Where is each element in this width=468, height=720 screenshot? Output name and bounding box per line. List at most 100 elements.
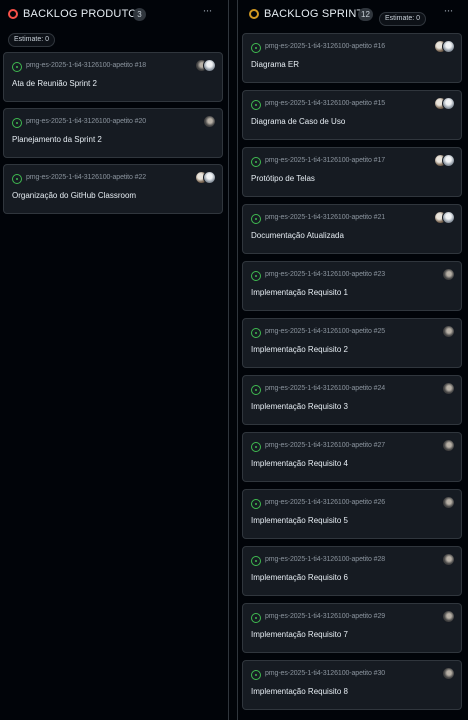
estimate-badge: Estimate: 0 [8,33,56,47]
column-title: BACKLOG SPRINT [264,8,364,20]
avatar [442,439,455,452]
avatar [442,610,455,623]
issue-card[interactable]: pmg-es-2025-1-ti4-3126100-apetito #22 Org… [3,164,223,214]
assignees[interactable] [434,154,455,168]
issue-title[interactable]: Diagrama de Caso de Uso [251,117,345,126]
issue-title[interactable]: Implementação Requisito 2 [251,345,348,354]
issue-card[interactable]: pmg-es-2025-1-ti4-3126100-apetito #20 Pla… [3,108,223,158]
issue-title[interactable]: Ata de Reunião Sprint 2 [12,79,97,88]
issue-title[interactable]: Protótipo de Telas [251,174,315,183]
item-count-badge: 3 [133,8,146,21]
issue-card[interactable]: pmg-es-2025-1-ti4-3126100-apetito #23 Imp… [242,261,462,311]
assignees[interactable] [434,40,455,54]
assignees[interactable] [203,115,216,129]
issue-card[interactable]: pmg-es-2025-1-ti4-3126100-apetito #21 Doc… [242,204,462,254]
estimate-badge: Estimate: 0 [379,12,427,26]
issue-title[interactable]: Diagrama ER [251,60,299,69]
avatar [442,382,455,395]
avatar [442,553,455,566]
avatar [203,171,216,184]
avatar [203,115,216,128]
assignees[interactable] [442,382,455,396]
issue-card[interactable]: pmg-es-2025-1-ti4-3126100-apetito #25 Imp… [242,318,462,368]
assignees[interactable] [442,325,455,339]
assignees[interactable] [442,553,455,567]
assignees[interactable] [442,268,455,282]
issue-title[interactable]: Implementação Requisito 6 [251,573,348,582]
issue-open-icon [251,328,261,338]
issue-open-icon [12,62,22,72]
issue-card[interactable]: pmg-es-2025-1-ti4-3126100-apetito #15 Dia… [242,90,462,140]
assignees[interactable] [442,496,455,510]
issue-title[interactable]: Implementação Requisito 4 [251,459,348,468]
ellipsis-icon[interactable]: ··· [440,4,456,16]
issue-open-icon [251,214,261,224]
issue-card[interactable]: pmg-es-2025-1-ti4-3126100-apetito #26 Imp… [242,489,462,539]
issue-reference[interactable]: pmg-es-2025-1-ti4-3126100-apetito #27 [265,442,385,449]
issue-reference[interactable]: pmg-es-2025-1-ti4-3126100-apetito #16 [265,43,385,50]
issue-title[interactable]: Implementação Requisito 1 [251,288,348,297]
issue-reference[interactable]: pmg-es-2025-1-ti4-3126100-apetito #25 [265,328,385,335]
issue-reference[interactable]: pmg-es-2025-1-ti4-3126100-apetito #15 [265,100,385,107]
column-title: BACKLOG PRODUTO [23,8,138,20]
issue-open-icon [251,613,261,623]
column-header: BACKLOG SPRINT 12 Estimate: 0 ··· [238,0,468,28]
issue-title[interactable]: Documentação Atualizada [251,231,344,240]
issue-card[interactable]: pmg-es-2025-1-ti4-3126100-apetito #16 Dia… [242,33,462,83]
avatar [442,325,455,338]
issue-card[interactable]: pmg-es-2025-1-ti4-3126100-apetito #28 Imp… [242,546,462,596]
assignees[interactable] [195,171,216,185]
avatar [203,59,216,72]
avatar [442,211,455,224]
assignees[interactable] [434,211,455,225]
avatar [442,97,455,110]
issue-open-icon [12,174,22,184]
issue-card[interactable]: pmg-es-2025-1-ti4-3126100-apetito #29 Imp… [242,603,462,653]
issue-open-icon [251,670,261,680]
circle-status-icon [8,9,18,19]
issue-reference[interactable]: pmg-es-2025-1-ti4-3126100-apetito #17 [265,157,385,164]
issue-reference[interactable]: pmg-es-2025-1-ti4-3126100-apetito #22 [26,174,146,181]
ellipsis-icon[interactable]: ··· [199,4,215,16]
issue-reference[interactable]: pmg-es-2025-1-ti4-3126100-apetito #24 [265,385,385,392]
issue-title[interactable]: Implementação Requisito 8 [251,687,348,696]
issue-title[interactable]: Implementação Requisito 5 [251,516,348,525]
issue-title[interactable]: Implementação Requisito 3 [251,402,348,411]
issue-title[interactable]: Organização do GitHub Classroom [12,191,136,200]
board-column-backlog-produto: BACKLOG PRODUTO 3 ··· Estimate: 0 pmg-es… [0,0,229,720]
avatar [442,268,455,281]
avatar [442,667,455,680]
issue-open-icon [251,43,261,53]
item-count-badge: 12 [358,8,373,21]
column-header: BACKLOG PRODUTO 3 ··· [0,0,228,28]
avatar [442,40,455,53]
board-column-backlog-sprint: BACKLOG SPRINT 12 Estimate: 0 ··· pmg-es… [237,0,468,720]
circle-status-icon [249,9,259,19]
issue-open-icon [251,100,261,110]
issue-open-icon [251,556,261,566]
issue-reference[interactable]: pmg-es-2025-1-ti4-3126100-apetito #30 [265,670,385,677]
assignees[interactable] [442,667,455,681]
issue-card[interactable]: pmg-es-2025-1-ti4-3126100-apetito #24 Imp… [242,375,462,425]
assignees[interactable] [442,610,455,624]
issue-reference[interactable]: pmg-es-2025-1-ti4-3126100-apetito #20 [26,118,146,125]
assignees[interactable] [195,59,216,73]
issue-reference[interactable]: pmg-es-2025-1-ti4-3126100-apetito #28 [265,556,385,563]
issue-reference[interactable]: pmg-es-2025-1-ti4-3126100-apetito #21 [265,214,385,221]
avatar [442,496,455,509]
assignees[interactable] [434,97,455,111]
issue-open-icon [12,118,22,128]
issue-title[interactable]: Planejamento da Sprint 2 [12,135,102,144]
assignees[interactable] [442,439,455,453]
issue-reference[interactable]: pmg-es-2025-1-ti4-3126100-apetito #29 [265,613,385,620]
issue-open-icon [251,157,261,167]
issue-card[interactable]: pmg-es-2025-1-ti4-3126100-apetito #27 Imp… [242,432,462,482]
issue-open-icon [251,442,261,452]
issue-title[interactable]: Implementação Requisito 7 [251,630,348,639]
issue-reference[interactable]: pmg-es-2025-1-ti4-3126100-apetito #18 [26,62,146,69]
issue-card[interactable]: pmg-es-2025-1-ti4-3126100-apetito #18 Ata… [3,52,223,102]
issue-reference[interactable]: pmg-es-2025-1-ti4-3126100-apetito #26 [265,499,385,506]
issue-card[interactable]: pmg-es-2025-1-ti4-3126100-apetito #17 Pro… [242,147,462,197]
issue-reference[interactable]: pmg-es-2025-1-ti4-3126100-apetito #23 [265,271,385,278]
issue-card[interactable]: pmg-es-2025-1-ti4-3126100-apetito #30 Imp… [242,660,462,710]
